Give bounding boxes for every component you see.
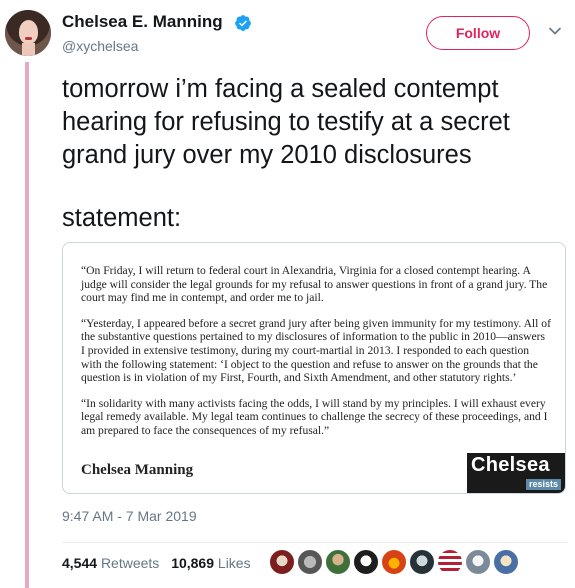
liker-avatar[interactable] (353, 549, 379, 575)
statement-paragraph: “In solidarity with many activists facin… (81, 396, 548, 437)
tweet-text-line: tomorrow i’m facing a sealed contempt (62, 75, 499, 103)
verified-badge-icon (235, 15, 251, 31)
chelsea-resists-logo: Chelsea resists (467, 453, 565, 493)
tweet-text-line: hearing for refusing to testify at a sec… (62, 108, 510, 136)
avatar[interactable] (5, 10, 51, 56)
logo-sub-text: resists (525, 479, 561, 490)
tweet-text-line: grand jury over my 2010 disclosures (62, 141, 472, 169)
tweet-stats: 4,544 Retweets 10,869 Likes (62, 555, 259, 571)
tweet-timestamp[interactable]: 9:47 AM - 7 Mar 2019 (62, 508, 197, 524)
liker-avatar[interactable] (297, 549, 323, 575)
statement-label: statement: (62, 204, 182, 232)
logo-main-text: Chelsea (471, 454, 550, 476)
liker-avatar[interactable] (493, 549, 519, 575)
divider (62, 542, 568, 543)
liker-avatar[interactable] (381, 549, 407, 575)
liker-avatar[interactable] (409, 549, 435, 575)
statement-signature: Chelsea Manning (81, 462, 194, 478)
retweets-stat[interactable]: 4,544 Retweets (62, 555, 159, 571)
likes-count: 10,869 (171, 555, 215, 571)
liker-avatar[interactable] (325, 549, 351, 575)
liker-avatar[interactable] (437, 549, 463, 575)
tweet-header: Chelsea E. Manning @xychelsea Follow (0, 0, 575, 64)
chevron-down-icon[interactable] (548, 24, 562, 38)
likes-label: Likes (217, 555, 251, 571)
author-name[interactable]: Chelsea E. Manning (62, 12, 223, 32)
statement-text: “On Friday, I will return to federal cou… (81, 264, 551, 450)
liker-avatar[interactable] (465, 549, 491, 575)
statement-image-card[interactable]: “On Friday, I will return to federal cou… (62, 242, 566, 494)
tweet-text: tomorrow i’m facing a sealed contempt he… (62, 73, 562, 172)
statement-paragraph: “Yesterday, I appeared before a secret g… (81, 316, 551, 385)
thread-line (25, 62, 29, 588)
retweets-count: 4,544 (62, 555, 98, 571)
statement-paragraph: “On Friday, I will return to federal cou… (81, 264, 548, 305)
author-handle[interactable]: @xychelsea (62, 38, 138, 54)
liker-avatar[interactable] (269, 549, 295, 575)
likes-stat[interactable]: 10,869 Likes (171, 555, 250, 571)
follow-button[interactable]: Follow (426, 16, 530, 50)
retweets-label: Retweets (100, 555, 160, 571)
